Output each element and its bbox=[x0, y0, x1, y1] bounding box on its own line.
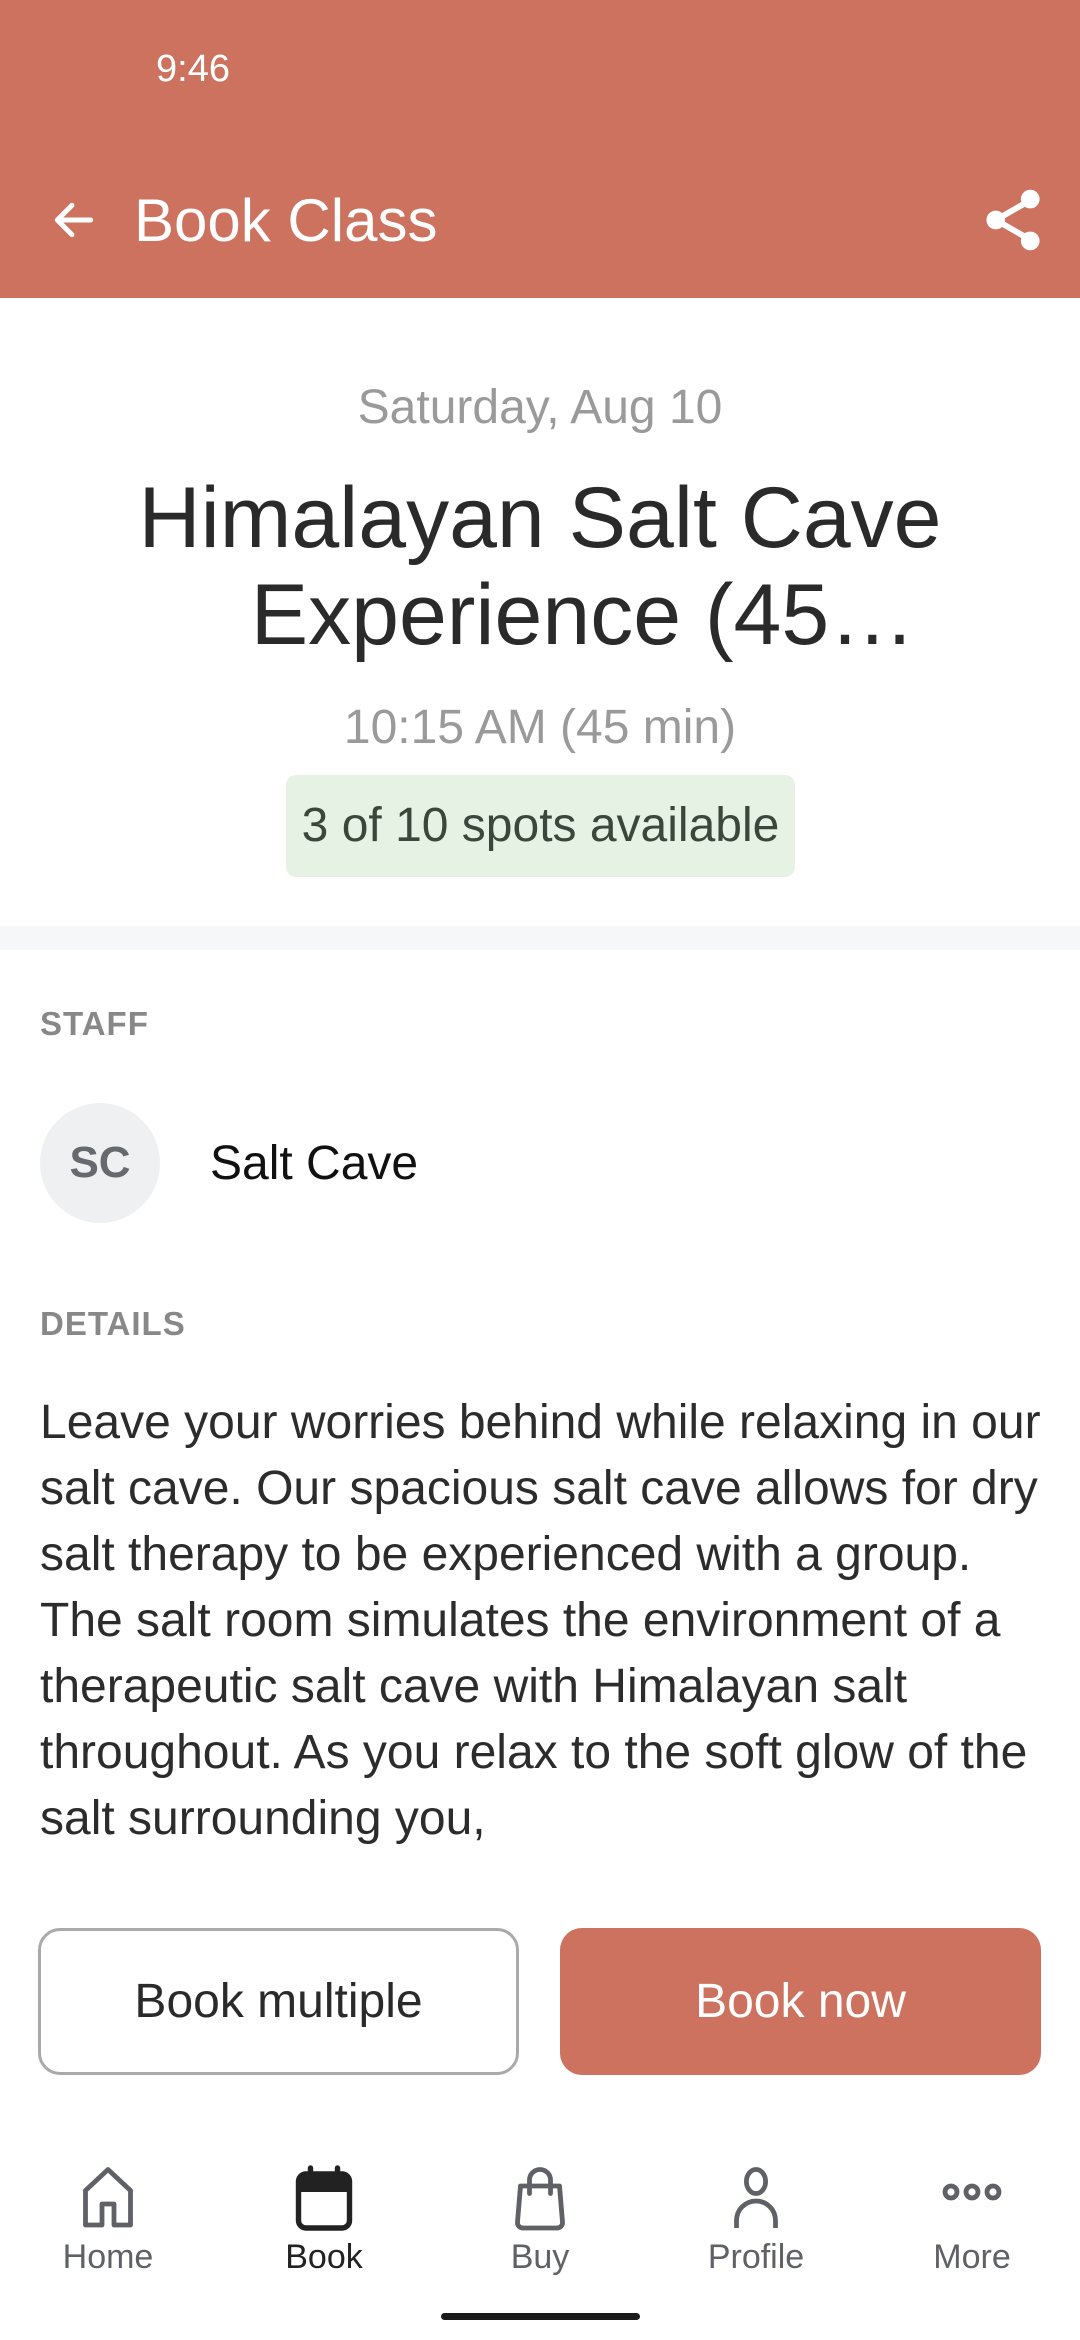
home-icon bbox=[83, 2167, 133, 2228]
person-icon bbox=[734, 2167, 778, 2228]
book-now-button[interactable]: Book now bbox=[560, 1928, 1041, 2075]
staff-section-label: STAFF bbox=[40, 1005, 149, 1042]
bottom-nav: Home Book Buy Profile More bbox=[0, 2150, 1080, 2280]
arrow-left-icon bbox=[54, 202, 94, 238]
availability-badge: 3 of 10 spots available bbox=[286, 775, 795, 877]
nav-label-more: More bbox=[933, 2238, 1011, 2276]
home-indicator[interactable] bbox=[441, 2313, 640, 2320]
page-title: Book Class bbox=[134, 187, 438, 254]
nav-item-book[interactable]: Book bbox=[216, 2150, 432, 2280]
back-button[interactable] bbox=[36, 180, 112, 260]
app-bar: 9:46 Book Class bbox=[0, 0, 1080, 298]
shopping-bag-icon bbox=[515, 2167, 565, 2231]
staff-avatar: SC bbox=[40, 1103, 160, 1223]
class-description: Leave your worries behind while relaxing… bbox=[40, 1396, 1041, 1845]
nav-label-buy: Buy bbox=[510, 2238, 570, 2276]
nav-item-buy[interactable]: Buy bbox=[432, 2150, 648, 2280]
section-divider bbox=[0, 926, 1080, 950]
status-bar-time: 9:46 bbox=[156, 48, 230, 90]
staff-name: Salt Cave bbox=[210, 1136, 419, 1190]
nav-label-book: Book bbox=[285, 2238, 363, 2276]
details-section-label: DETAILS bbox=[40, 1305, 186, 1342]
nav-label-profile: Profile bbox=[707, 2238, 805, 2276]
nav-label-home: Home bbox=[62, 2238, 154, 2276]
class-date: Saturday, Aug 10 bbox=[357, 381, 723, 434]
calendar-icon bbox=[295, 2165, 353, 2231]
nav-item-profile[interactable]: Profile bbox=[648, 2150, 864, 2280]
share-button[interactable] bbox=[970, 180, 1056, 260]
staff-row[interactable]: SC Salt Cave bbox=[40, 1103, 1040, 1223]
class-title: Himalayan Salt Cave Experience (45 Minut… bbox=[138, 470, 942, 663]
share-icon bbox=[986, 189, 1040, 251]
more-dots-icon bbox=[942, 2183, 1002, 2201]
nav-item-more[interactable]: More bbox=[864, 2150, 1080, 2280]
book-multiple-button[interactable]: Book multiple bbox=[38, 1928, 519, 2075]
class-time: 10:15 AM (45 min) bbox=[343, 701, 737, 754]
class-summary: Saturday, Aug 10 Himalayan Salt Cave Exp… bbox=[0, 298, 1080, 926]
nav-item-home[interactable]: Home bbox=[0, 2150, 216, 2280]
